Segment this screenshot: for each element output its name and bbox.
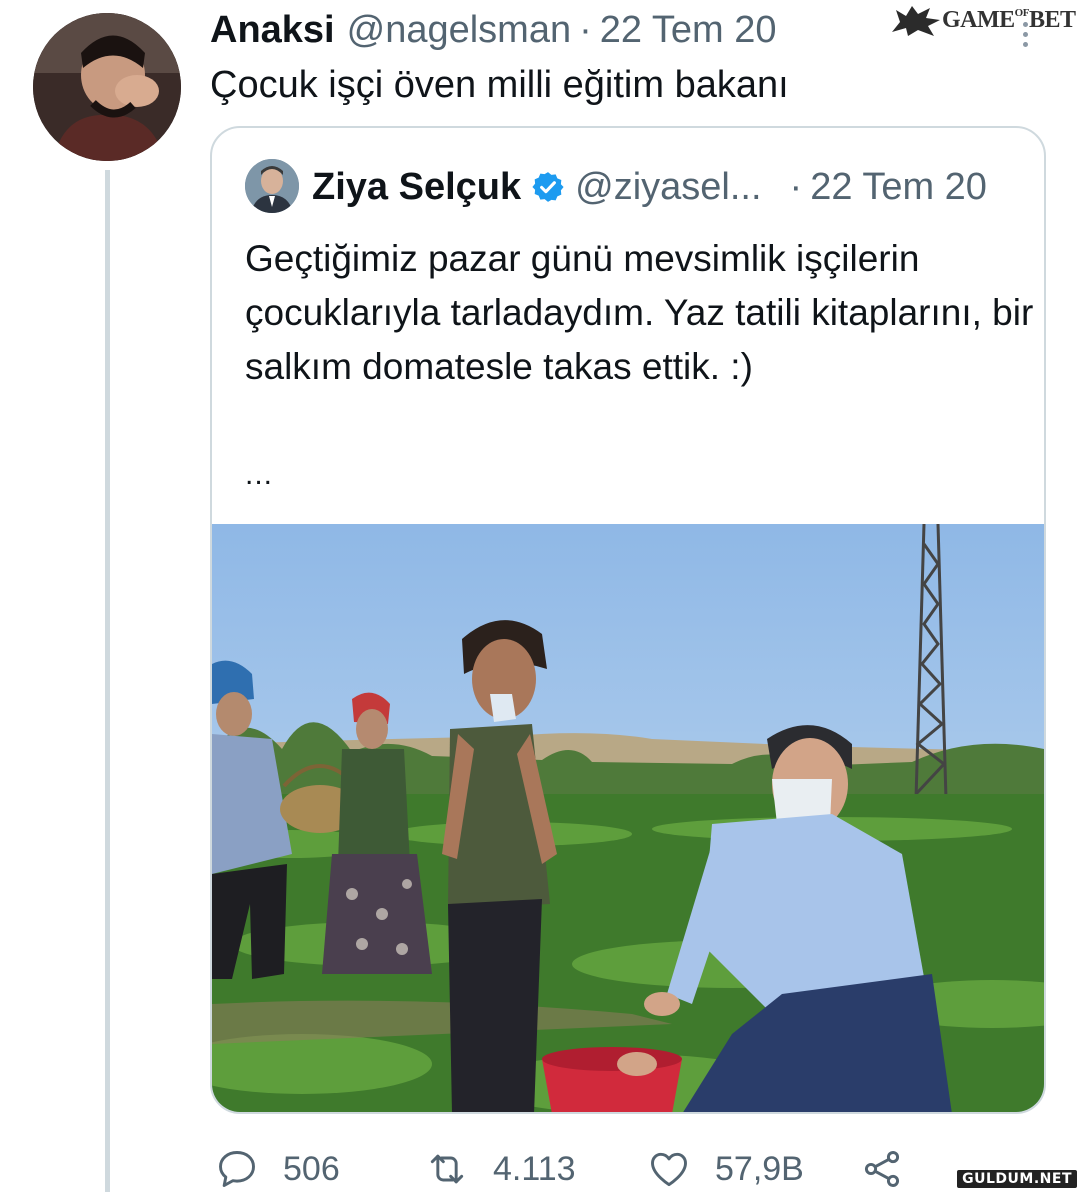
gameofbet-text: GAMEOFBET [942, 6, 1076, 33]
gameofbet-watermark: GAMEOFBET [890, 0, 1080, 40]
share-icon [864, 1151, 900, 1187]
quoted-author-avatar[interactable] [245, 159, 299, 213]
quoted-tweet-header: Ziya Selçuk @ziyasel... · 22 Tem 20 [312, 162, 987, 212]
like-count: 57,9B [715, 1149, 804, 1188]
wolf-logo-icon [892, 6, 940, 36]
quoted-author-handle[interactable]: @ziyasel... [575, 166, 761, 209]
guldum-watermark: GULDUM.NET [957, 1170, 1077, 1188]
author-name[interactable]: Anaksi [210, 8, 335, 52]
reply-button[interactable]: 506 [215, 1146, 340, 1192]
separator-dot: · [579, 9, 592, 51]
share-button[interactable] [860, 1146, 904, 1192]
quoted-separator-dot: · [789, 165, 803, 208]
more-icon[interactable] [1018, 22, 1032, 48]
quoted-tweet-text: Geçtiğimiz pazar günü mevsimlik işçileri… [245, 238, 1034, 387]
quoted-tweet-date[interactable]: 22 Tem 20 [810, 166, 987, 209]
verified-badge-icon [532, 172, 564, 202]
author-avatar[interactable] [33, 13, 181, 161]
author-handle[interactable]: @nagelsman [347, 8, 571, 52]
quoted-tweet-ellipsis: ... [245, 458, 274, 491]
tweet-action-bar: 506 4.113 57,9B [215, 1146, 1075, 1192]
retweet-button[interactable]: 4.113 [425, 1146, 576, 1192]
tweet-date[interactable]: 22 Tem 20 [600, 8, 777, 52]
quoted-tweet-card[interactable]: Ziya Selçuk @ziyasel... · 22 Tem 20 Geçt… [210, 126, 1046, 1114]
quoted-tweet-photo[interactable] [212, 523, 1044, 1112]
tweet-header: Anaksi @nagelsman · 22 Tem 20 [210, 8, 777, 52]
reply-bubble-icon [219, 1151, 255, 1187]
reply-count: 506 [283, 1149, 340, 1188]
thread-line [105, 170, 110, 1192]
quoted-author-name[interactable]: Ziya Selçuk [312, 166, 521, 209]
heart-icon [651, 1152, 687, 1187]
like-button[interactable]: 57,9B [647, 1146, 804, 1192]
retweet-icon [430, 1154, 464, 1184]
tweet-text: Çocuk işçi öven milli eğitim bakanı [210, 64, 789, 106]
retweet-count: 4.113 [493, 1149, 576, 1188]
